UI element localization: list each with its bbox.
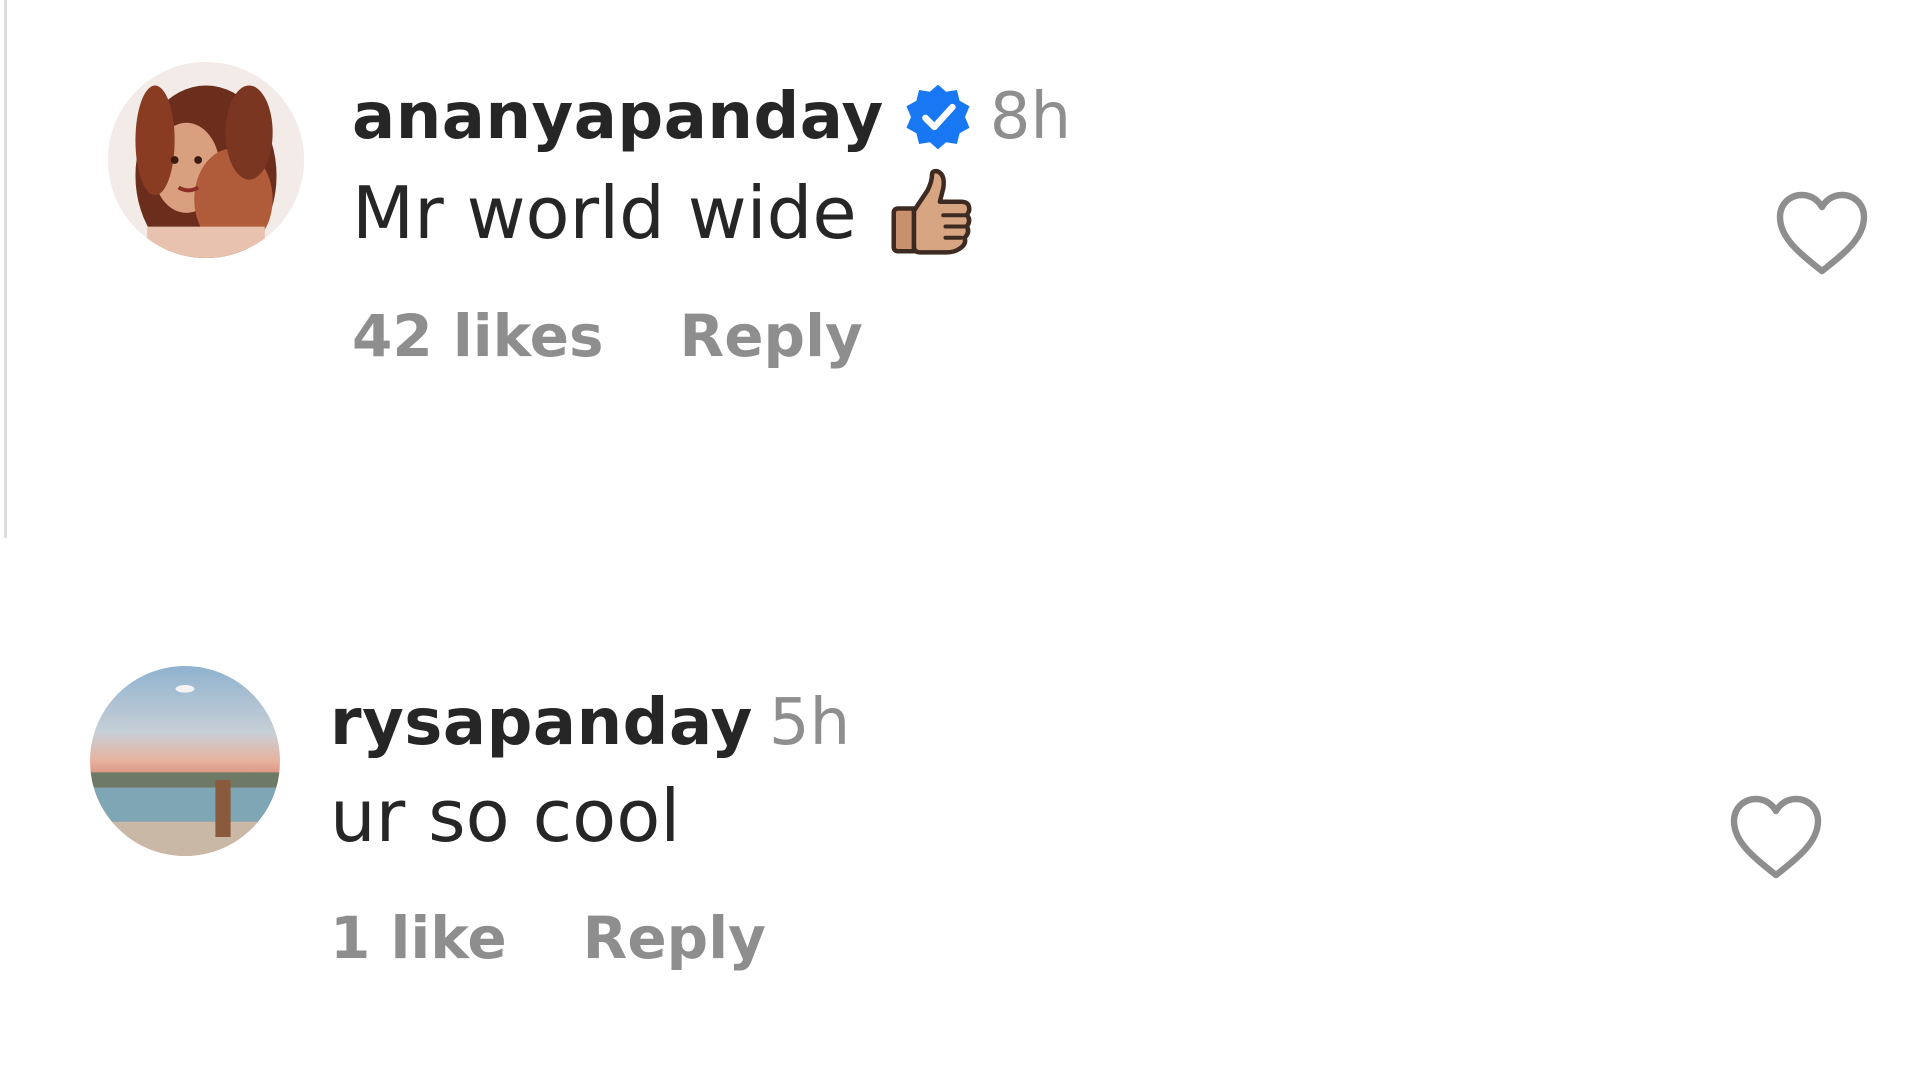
avatar[interactable] <box>90 666 280 856</box>
comment-timestamp: 8h <box>989 80 1071 154</box>
comment-item: ananyapanday 8h Mr world wide 42 likes R… <box>0 0 1920 540</box>
like-count[interactable]: 1 like <box>330 904 507 972</box>
avatar-image <box>108 62 304 258</box>
thumbs-up-icon <box>887 168 977 258</box>
comment-text: Mr world wide <box>352 171 857 255</box>
comment-timestamp: 5h <box>768 686 851 760</box>
avatar-image <box>90 666 280 856</box>
comment-text: ur so cool <box>330 774 681 858</box>
comment-username[interactable]: rysapanday <box>330 686 753 760</box>
comment-username[interactable]: ananyapanday <box>352 80 884 154</box>
heart-outline-icon[interactable] <box>1728 792 1824 882</box>
reply-button[interactable]: Reply <box>583 904 766 972</box>
reply-button[interactable]: Reply <box>680 302 863 370</box>
comment-item: rysapanday 5h ur so cool 1 like Reply <box>0 540 1920 1080</box>
avatar[interactable] <box>108 62 304 258</box>
verified-badge-icon <box>902 81 974 153</box>
like-count[interactable]: 42 likes <box>352 302 604 370</box>
heart-outline-icon[interactable] <box>1774 188 1870 278</box>
